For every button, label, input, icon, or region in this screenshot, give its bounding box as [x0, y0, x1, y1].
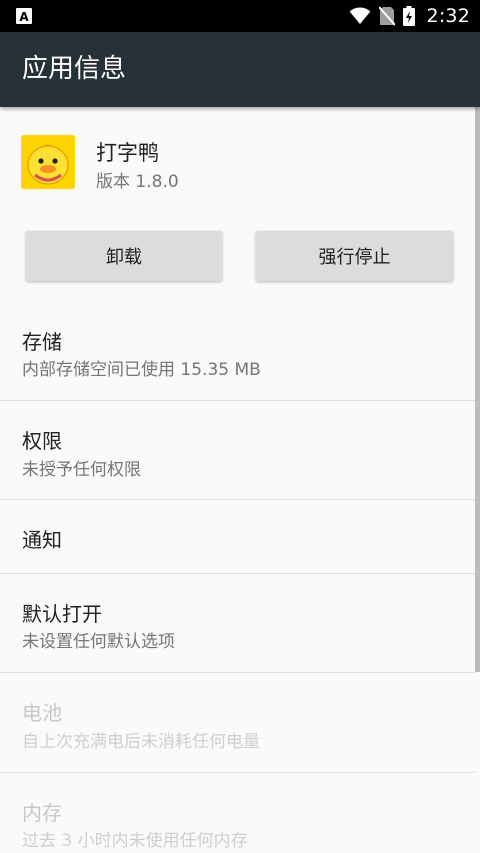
scrollbar[interactable] — [475, 107, 480, 672]
notification-a-icon: A — [16, 8, 32, 24]
open-by-default-title: 默认打开 — [22, 602, 102, 626]
permissions-title: 权限 — [22, 429, 62, 453]
storage-title: 存储 — [22, 330, 62, 354]
force-stop-button[interactable]: 强行停止 — [256, 231, 453, 281]
open-by-default-item[interactable]: 默认打开 未设置任何默认选项 — [0, 574, 475, 672]
clock-time: 2:32 — [426, 5, 470, 27]
no-sim-icon — [378, 6, 395, 26]
app-version: 版本 1.8.0 — [96, 172, 179, 192]
duck-app-icon — [21, 135, 75, 189]
uninstall-button[interactable]: 卸载 — [26, 231, 222, 281]
memory-summary: 过去 3 小时内未使用任何内存 — [22, 831, 248, 851]
battery-item: 电池 自上次充满电后未消耗任何电量 — [0, 673, 475, 772]
memory-title: 内存 — [22, 801, 62, 825]
status-icons: 2:32 — [349, 0, 470, 32]
notifications-title: 通知 — [22, 528, 62, 552]
storage-summary: 内部存储空间已使用 15.35 MB — [22, 360, 261, 380]
wifi-icon — [349, 7, 370, 25]
page-title: 应用信息 — [22, 54, 127, 84]
notifications-item[interactable]: 通知 — [0, 500, 475, 573]
memory-item: 内存 过去 3 小时内未使用任何内存 — [0, 773, 475, 853]
battery-summary: 自上次充满电后未消耗任何电量 — [22, 732, 260, 752]
app-header: 打字鸭 版本 1.8.0 — [0, 107, 480, 207]
open-by-default-summary: 未设置任何默认选项 — [22, 632, 175, 652]
permissions-summary: 未授予任何权限 — [22, 460, 141, 480]
storage-item[interactable]: 存储 内部存储空间已使用 15.35 MB — [0, 310, 475, 400]
status-bar: A 2:32 — [0, 0, 480, 32]
battery-title: 电池 — [22, 701, 62, 725]
app-bar: 应用信息 — [0, 32, 480, 107]
battery-charging-icon — [402, 6, 415, 26]
app-name: 打字鸭 — [96, 141, 159, 165]
permissions-item[interactable]: 权限 未授予任何权限 — [0, 401, 475, 499]
svg-text:A: A — [19, 10, 29, 24]
